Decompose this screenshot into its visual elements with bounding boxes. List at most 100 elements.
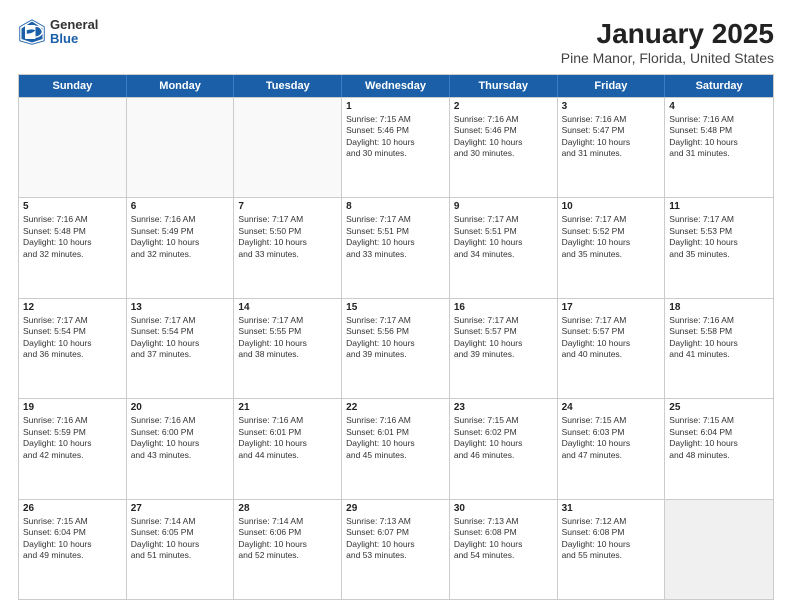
cal-cell: 14 Sunrise: 7:17 AM Sunset: 5:55 PM Dayli… [234,299,342,398]
cal-row: 5 Sunrise: 7:16 AM Sunset: 5:48 PM Daylig… [19,197,773,297]
cal-cell: 27Sunrise: 7:14 AM Sunset: 6:05 PM Dayli… [127,500,235,599]
cal-header-cell: Friday [558,75,666,97]
cell-text: Sunrise: 7:16 AM Sunset: 6:01 PM Dayligh… [346,415,445,461]
cell-text: Sunrise: 7:16 AM Sunset: 5:49 PM Dayligh… [131,214,230,260]
cell-text: Sunrise: 7:16 AM Sunset: 5:48 PM Dayligh… [669,114,769,160]
cal-cell: 19 Sunrise: 7:16 AM Sunset: 5:59 PM Dayli… [19,399,127,498]
cell-text: Sunrise: 7:16 AM Sunset: 5:59 PM Dayligh… [23,415,122,461]
day-number: 9 [454,201,553,212]
cal-row: 19 Sunrise: 7:16 AM Sunset: 5:59 PM Dayli… [19,398,773,498]
cell-text: Sunrise: 7:17 AM Sunset: 5:56 PM Dayligh… [346,315,445,361]
day-number: 10 [562,201,661,212]
cell-text: Sunrise: 7:13 AM Sunset: 6:07 PM Dayligh… [346,516,445,562]
cell-text: Sunrise: 7:15 AM Sunset: 6:03 PM Dayligh… [562,415,661,461]
day-number: 15 [346,302,445,313]
logo-text: General Blue [50,18,98,47]
cell-text: Sunrise: 7:16 AM Sunset: 5:47 PM Dayligh… [562,114,661,160]
day-number: 2 [454,101,553,112]
cal-cell: 4Sunrise: 7:16 AM Sunset: 5:48 PM Daylig… [665,98,773,197]
day-number: 6 [131,201,230,212]
cal-cell: 17 Sunrise: 7:17 AM Sunset: 5:57 PM Dayli… [558,299,666,398]
cal-cell: 5 Sunrise: 7:16 AM Sunset: 5:48 PM Daylig… [19,198,127,297]
cell-text: Sunrise: 7:16 AM Sunset: 6:01 PM Dayligh… [238,415,337,461]
day-number: 13 [131,302,230,313]
cell-text: Sunrise: 7:15 AM Sunset: 6:04 PM Dayligh… [669,415,769,461]
day-number: 24 [562,402,661,413]
day-number: 11 [669,201,769,212]
cal-cell: 13 Sunrise: 7:17 AM Sunset: 5:54 PM Dayli… [127,299,235,398]
cell-text: Sunrise: 7:17 AM Sunset: 5:51 PM Dayligh… [454,214,553,260]
subtitle: Pine Manor, Florida, United States [561,50,774,66]
calendar: SundayMondayTuesdayWednesdayThursdayFrid… [18,74,774,600]
cal-cell: 21 Sunrise: 7:16 AM Sunset: 6:01 PM Dayli… [234,399,342,498]
day-number: 14 [238,302,337,313]
day-number: 21 [238,402,337,413]
cal-cell: 22 Sunrise: 7:16 AM Sunset: 6:01 PM Dayli… [342,399,450,498]
cell-text: Sunrise: 7:17 AM Sunset: 5:55 PM Dayligh… [238,315,337,361]
calendar-body: 1Sunrise: 7:15 AM Sunset: 5:46 PM Daylig… [19,97,773,599]
cell-text: Sunrise: 7:16 AM Sunset: 5:48 PM Dayligh… [23,214,122,260]
cal-cell: 29Sunrise: 7:13 AM Sunset: 6:07 PM Dayli… [342,500,450,599]
cell-text: Sunrise: 7:17 AM Sunset: 5:53 PM Dayligh… [669,214,769,260]
day-number: 12 [23,302,122,313]
cal-cell: 20 Sunrise: 7:16 AM Sunset: 6:00 PM Dayli… [127,399,235,498]
cal-header-cell: Monday [127,75,235,97]
cal-row: 26Sunrise: 7:15 AM Sunset: 6:04 PM Dayli… [19,499,773,599]
cal-cell: 3 Sunrise: 7:16 AM Sunset: 5:47 PM Daylig… [558,98,666,197]
cal-header-cell: Thursday [450,75,558,97]
day-number: 19 [23,402,122,413]
cell-text: Sunrise: 7:16 AM Sunset: 5:58 PM Dayligh… [669,315,769,361]
day-number: 22 [346,402,445,413]
cal-cell: 8Sunrise: 7:17 AM Sunset: 5:51 PM Daylig… [342,198,450,297]
cal-cell: 28 Sunrise: 7:14 AM Sunset: 6:06 PM Dayli… [234,500,342,599]
day-number: 28 [238,503,337,514]
day-number: 31 [562,503,661,514]
cal-cell [127,98,235,197]
cell-text: Sunrise: 7:16 AM Sunset: 5:46 PM Dayligh… [454,114,553,160]
cell-text: Sunrise: 7:12 AM Sunset: 6:08 PM Dayligh… [562,516,661,562]
cal-cell: 16Sunrise: 7:17 AM Sunset: 5:57 PM Dayli… [450,299,558,398]
cell-text: Sunrise: 7:15 AM Sunset: 6:02 PM Dayligh… [454,415,553,461]
cal-cell: 11 Sunrise: 7:17 AM Sunset: 5:53 PM Dayli… [665,198,773,297]
cell-text: Sunrise: 7:17 AM Sunset: 5:57 PM Dayligh… [454,315,553,361]
day-number: 1 [346,101,445,112]
day-number: 3 [562,101,661,112]
logo-blue-text: Blue [50,32,98,46]
cal-cell: 15 Sunrise: 7:17 AM Sunset: 5:56 PM Dayli… [342,299,450,398]
cell-text: Sunrise: 7:17 AM Sunset: 5:50 PM Dayligh… [238,214,337,260]
cal-cell: 12Sunrise: 7:17 AM Sunset: 5:54 PM Dayli… [19,299,127,398]
cal-cell: 23 Sunrise: 7:15 AM Sunset: 6:02 PM Dayli… [450,399,558,498]
day-number: 5 [23,201,122,212]
cal-cell: 10 Sunrise: 7:17 AM Sunset: 5:52 PM Dayli… [558,198,666,297]
day-number: 23 [454,402,553,413]
cell-text: Sunrise: 7:16 AM Sunset: 6:00 PM Dayligh… [131,415,230,461]
cal-cell [665,500,773,599]
logo-icon [18,18,46,46]
day-number: 17 [562,302,661,313]
cell-text: Sunrise: 7:17 AM Sunset: 5:52 PM Dayligh… [562,214,661,260]
main-title: January 2025 [561,18,774,50]
cal-header-cell: Wednesday [342,75,450,97]
cal-cell: 1Sunrise: 7:15 AM Sunset: 5:46 PM Daylig… [342,98,450,197]
cal-cell: 6 Sunrise: 7:16 AM Sunset: 5:49 PM Daylig… [127,198,235,297]
day-number: 25 [669,402,769,413]
cal-cell: 30Sunrise: 7:13 AM Sunset: 6:08 PM Dayli… [450,500,558,599]
cell-text: Sunrise: 7:17 AM Sunset: 5:57 PM Dayligh… [562,315,661,361]
logo-general-text: General [50,18,98,32]
cell-text: Sunrise: 7:15 AM Sunset: 6:04 PM Dayligh… [23,516,122,562]
day-number: 8 [346,201,445,212]
cal-cell: 31 Sunrise: 7:12 AM Sunset: 6:08 PM Dayli… [558,500,666,599]
cal-header-cell: Saturday [665,75,773,97]
day-number: 7 [238,201,337,212]
cell-text: Sunrise: 7:17 AM Sunset: 5:54 PM Dayligh… [131,315,230,361]
cell-text: Sunrise: 7:14 AM Sunset: 6:05 PM Dayligh… [131,516,230,562]
cal-cell: 7 Sunrise: 7:17 AM Sunset: 5:50 PM Daylig… [234,198,342,297]
logo: General Blue [18,18,98,47]
cal-header-cell: Sunday [19,75,127,97]
day-number: 20 [131,402,230,413]
cal-cell: 25 Sunrise: 7:15 AM Sunset: 6:04 PM Dayli… [665,399,773,498]
cal-cell: 18Sunrise: 7:16 AM Sunset: 5:58 PM Dayli… [665,299,773,398]
cell-text: Sunrise: 7:14 AM Sunset: 6:06 PM Dayligh… [238,516,337,562]
header: General Blue January 2025 Pine Manor, Fl… [18,18,774,66]
cal-cell: 24 Sunrise: 7:15 AM Sunset: 6:03 PM Dayli… [558,399,666,498]
